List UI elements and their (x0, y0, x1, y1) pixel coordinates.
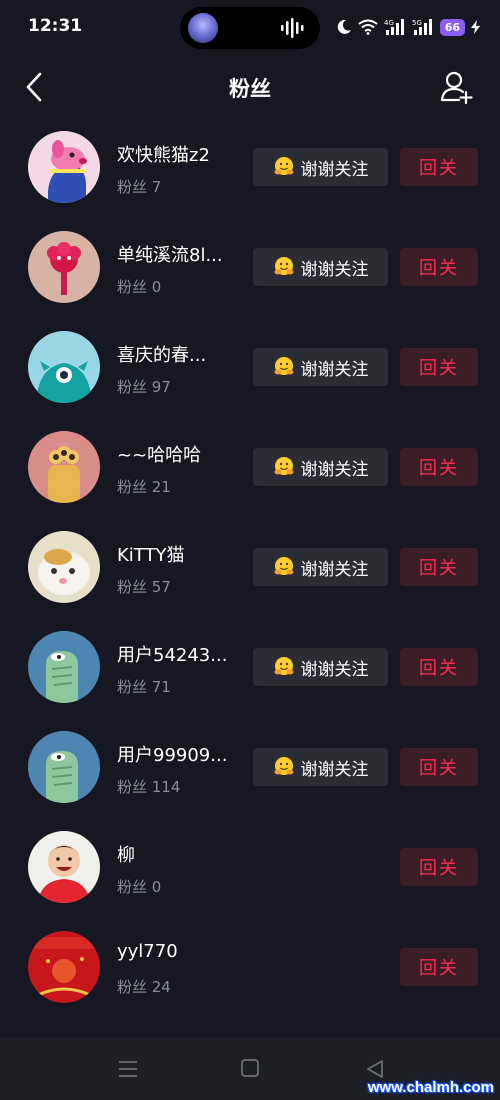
thanks-label: 谢谢关注 (300, 259, 369, 280)
net-label-5g: 5G (412, 19, 422, 27)
avatar[interactable] (28, 131, 100, 203)
thanks-for-following-button[interactable]: 谢谢关注 (253, 748, 388, 786)
charging-bolt-icon (471, 20, 480, 34)
status-bar: 12:31 4G 5G 66 (0, 0, 500, 56)
fan-follower-count: 粉丝 114 (117, 778, 181, 796)
follow-back-button[interactable]: 回关 (400, 948, 478, 986)
fan-row[interactable]: 欢快熊猫z2 粉丝 7 谢谢关注 回关 (0, 116, 500, 216)
fan-name[interactable]: 单纯溪流8l... (117, 241, 223, 267)
status-icons: 4G 5G 66 (336, 16, 480, 38)
follow-back-button[interactable]: 回关 (400, 248, 478, 286)
thanks-for-following-button[interactable]: 谢谢关注 (253, 648, 388, 686)
follow-back-button[interactable]: 回关 (400, 148, 478, 186)
thanks-for-following-button[interactable]: 谢谢关注 (253, 148, 388, 186)
avatar[interactable] (28, 331, 100, 403)
fan-row[interactable]: KiTTY猫粉丝 57 谢谢关注 回关 (0, 516, 500, 616)
thanks-label: 谢谢关注 (300, 159, 369, 180)
thanks-label: 谢谢关注 (300, 559, 369, 580)
fan-follower-count: 粉丝 24 (117, 978, 171, 996)
fan-row[interactable]: yyl770 粉丝 24 回关 (0, 916, 500, 1016)
add-user-icon[interactable] (440, 70, 474, 104)
moon-icon (337, 19, 351, 34)
follow-back-label: 回关 (419, 758, 459, 779)
media-thumbnail (188, 13, 218, 43)
follow-back-button[interactable]: 回关 (400, 348, 478, 386)
fan-follower-count: 粉丝 7 (117, 178, 162, 196)
hug-emoji-icon (274, 657, 293, 675)
fan-row[interactable]: 单纯溪流8l... 粉丝 0 谢谢关注 回关 (0, 216, 500, 316)
status-time: 12:31 (28, 16, 83, 36)
fan-follower-count: 粉丝 0 (117, 878, 162, 896)
avatar[interactable] (28, 731, 100, 803)
back-triangle-icon[interactable] (366, 1059, 384, 1079)
fan-name[interactable]: 欢快熊猫z2 (117, 141, 210, 167)
fan-name[interactable]: 柳 (117, 841, 135, 867)
hug-emoji-icon (274, 757, 293, 775)
thanks-label: 谢谢关注 (300, 759, 369, 780)
fan-name[interactable]: yyl770 (117, 941, 178, 962)
follow-back-label: 回关 (419, 358, 459, 379)
fan-follower-count: 粉丝 21 (117, 478, 171, 496)
signal-4g-icon: 4G (384, 19, 404, 35)
fan-name[interactable]: 喜庆的春... (117, 341, 206, 367)
hug-emoji-icon (274, 357, 293, 375)
fan-follower-count: 粉丝 0 (117, 278, 162, 296)
fans-list: 欢快熊猫z2 粉丝 7 谢谢关注 回关 单纯溪流8l... 粉丝 0 谢谢关注 回关 喜庆的春.… (0, 116, 500, 1016)
avatar[interactable] (28, 831, 100, 903)
audio-wave-icon (281, 18, 304, 38)
wifi-icon (358, 19, 378, 35)
follow-back-button[interactable]: 回关 (400, 448, 478, 486)
fan-row[interactable]: ~~哈哈哈粉丝 21 谢谢关注 回关 (0, 416, 500, 516)
hug-emoji-icon (274, 257, 293, 275)
hug-emoji-icon (274, 457, 293, 475)
fan-row[interactable]: 用户99909... 粉丝 114 谢谢关注 回关 (0, 716, 500, 816)
net-label-4g: 4G (384, 19, 394, 27)
page-title: 粉丝 (229, 77, 271, 101)
fan-follower-count: 粉丝 97 (117, 378, 171, 396)
follow-back-button[interactable]: 回关 (400, 848, 478, 886)
fan-follower-count: 粉丝 57 (117, 578, 171, 596)
thanks-label: 谢谢关注 (300, 459, 369, 480)
menu-icon[interactable] (118, 1060, 138, 1078)
hug-emoji-icon (274, 557, 293, 575)
fan-name[interactable]: ~~哈哈哈 (117, 441, 201, 467)
avatar[interactable] (28, 931, 100, 1003)
follow-back-label: 回关 (419, 658, 459, 679)
avatar[interactable] (28, 431, 100, 503)
follow-back-label: 回关 (419, 458, 459, 479)
follow-back-button[interactable]: 回关 (400, 648, 478, 686)
fan-name[interactable]: KiTTY猫 (117, 541, 184, 567)
fan-row[interactable]: 喜庆的春... 粉丝 97 谢谢关注 回关 (0, 316, 500, 416)
avatar[interactable] (28, 231, 100, 303)
hug-emoji-icon (274, 157, 293, 175)
fan-follower-count: 粉丝 71 (117, 678, 171, 696)
system-nav-bar: www.chalmh.com (0, 1038, 500, 1100)
watermark: www.chalmh.com (367, 1079, 494, 1096)
thanks-for-following-button[interactable]: 谢谢关注 (253, 548, 388, 586)
signal-5g-icon: 5G (412, 19, 432, 35)
fan-name[interactable]: 用户99909... (117, 741, 227, 767)
fan-row[interactable]: 用户54243... 粉丝 71 谢谢关注 回关 (0, 616, 500, 716)
battery-level: 66 (439, 18, 465, 36)
thanks-label: 谢谢关注 (300, 359, 369, 380)
dynamic-island[interactable] (180, 7, 320, 49)
follow-back-label: 回关 (419, 258, 459, 279)
follow-back-label: 回关 (419, 158, 459, 179)
thanks-for-following-button[interactable]: 谢谢关注 (253, 448, 388, 486)
follow-back-label: 回关 (419, 958, 459, 979)
thanks-label: 谢谢关注 (300, 659, 369, 680)
avatar[interactable] (28, 631, 100, 703)
fan-name[interactable]: 用户54243... (117, 641, 227, 667)
avatar[interactable] (28, 531, 100, 603)
thanks-for-following-button[interactable]: 谢谢关注 (253, 248, 388, 286)
page-header: 粉丝 (0, 60, 500, 116)
thanks-for-following-button[interactable]: 谢谢关注 (253, 348, 388, 386)
follow-back-button[interactable]: 回关 (400, 748, 478, 786)
home-square-icon[interactable] (241, 1059, 259, 1077)
follow-back-button[interactable]: 回关 (400, 548, 478, 586)
fan-row[interactable]: 柳粉丝 0 回关 (0, 816, 500, 916)
follow-back-label: 回关 (419, 558, 459, 579)
follow-back-label: 回关 (419, 858, 459, 879)
